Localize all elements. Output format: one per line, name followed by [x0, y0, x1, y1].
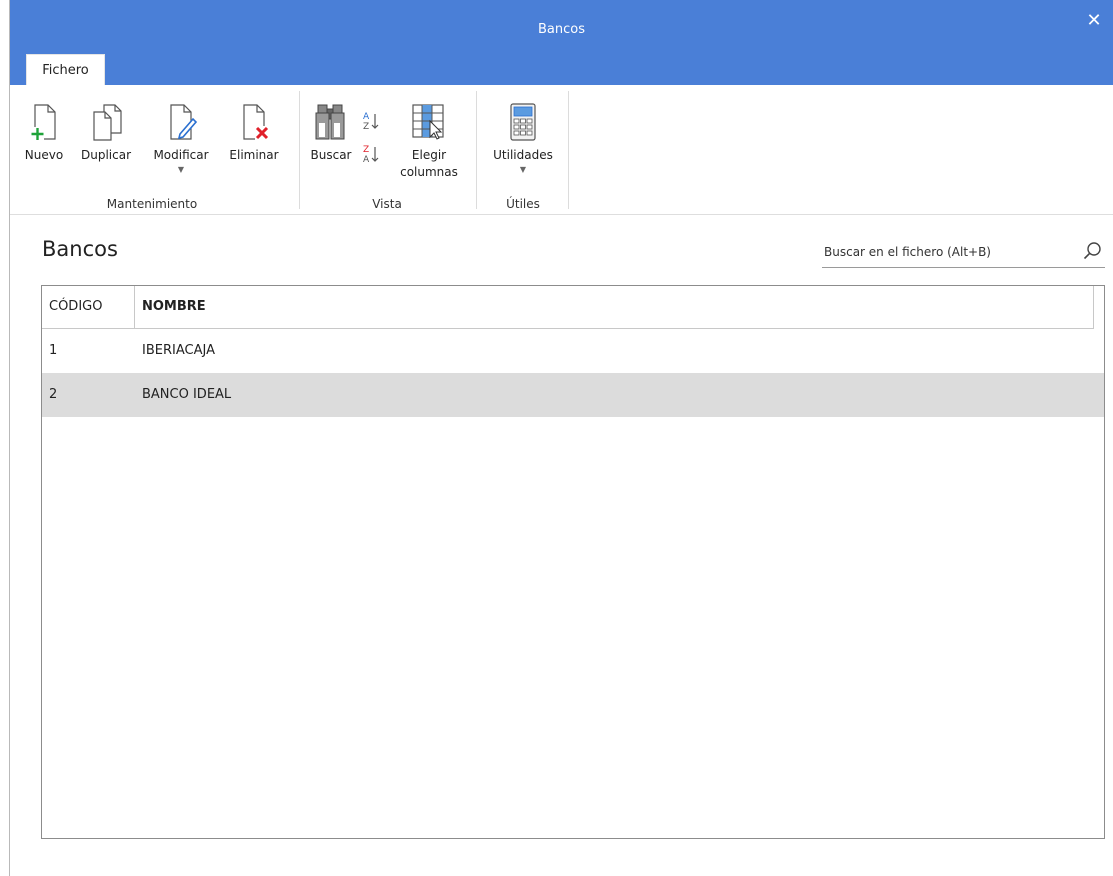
eliminar-label: Eliminar — [229, 148, 279, 162]
svg-text:A: A — [363, 112, 370, 122]
cell-codigo: 1 — [49, 343, 58, 358]
utilidades-label: Utilidades — [493, 148, 553, 162]
buscar-button[interactable]: Buscar — [306, 101, 356, 181]
duplicate-icon — [93, 104, 122, 141]
sort-descending-icon[interactable]: Z A — [360, 143, 382, 165]
modificar-button[interactable]: Modificar ▼ — [144, 101, 218, 181]
elegir-columnas-button[interactable]: Elegir columnas — [390, 101, 468, 181]
duplicar-label: Duplicar — [80, 148, 131, 162]
svg-text:Z: Z — [363, 145, 369, 155]
page-title: Bancos — [42, 237, 118, 261]
chevron-down-icon: ▼ — [519, 165, 527, 174]
elegir-label-line2: columnas — [400, 165, 458, 179]
nuevo-button[interactable]: Nuevo — [20, 101, 68, 181]
window-title: Bancos — [538, 22, 585, 37]
ribbon-separator — [476, 91, 477, 209]
new-document-icon — [31, 104, 56, 140]
buscar-label: Buscar — [310, 148, 352, 162]
group-mantenimiento: Mantenimiento — [106, 197, 198, 211]
group-vista: Vista — [372, 197, 402, 211]
binoculars-icon — [315, 104, 345, 140]
elegir-label-line1: Elegir — [411, 148, 447, 162]
svg-text:A: A — [363, 155, 370, 165]
cell-codigo: 2 — [49, 387, 58, 402]
utilidades-button[interactable]: Utilidades ▼ — [484, 101, 562, 181]
cell-nombre: IBERIACAJA — [142, 343, 215, 358]
svg-text:Z: Z — [363, 122, 369, 132]
nuevo-label: Nuevo — [24, 148, 64, 162]
column-header-codigo[interactable]: CÓDIGO — [42, 286, 135, 328]
duplicar-button[interactable]: Duplicar — [74, 101, 138, 181]
edit-document-icon — [170, 104, 198, 140]
group-utiles: Útiles — [506, 197, 540, 211]
title-bar: Bancos ✕ Fichero — [10, 0, 1113, 85]
modificar-label: Modificar — [153, 148, 209, 162]
choose-columns-icon — [412, 104, 444, 140]
table-row[interactable]: 1 IBERIACAJA — [42, 329, 1104, 373]
bancos-window: Bancos ✕ Fichero Nuevo Duplicar Modifica… — [9, 0, 1113, 876]
tab-fichero[interactable]: Fichero — [26, 54, 105, 85]
elegir-label: Elegir columnas — [390, 147, 468, 181]
close-icon[interactable]: ✕ — [1085, 12, 1103, 30]
chevron-down-icon: ▼ — [177, 165, 185, 174]
ribbon-separator — [299, 91, 300, 209]
search-input[interactable] — [822, 240, 1056, 264]
ribbon-separator — [568, 91, 569, 209]
column-header-nombre[interactable]: NOMBRE — [135, 286, 1094, 328]
cell-nombre: BANCO IDEAL — [142, 387, 232, 402]
eliminar-button[interactable]: Eliminar — [224, 101, 284, 181]
calculator-icon — [510, 103, 536, 141]
search-icon[interactable] — [1081, 240, 1103, 262]
grid-header: CÓDIGO NOMBRE — [42, 286, 1094, 329]
table-row-selected[interactable]: 2 BANCO IDEAL — [42, 373, 1104, 417]
search-box — [822, 235, 1105, 268]
sort-ascending-icon[interactable]: A Z — [360, 110, 382, 132]
banks-grid: CÓDIGO NOMBRE 1 IBERIACAJA 2 BANCO IDEAL — [41, 285, 1105, 839]
delete-document-icon — [243, 104, 269, 140]
